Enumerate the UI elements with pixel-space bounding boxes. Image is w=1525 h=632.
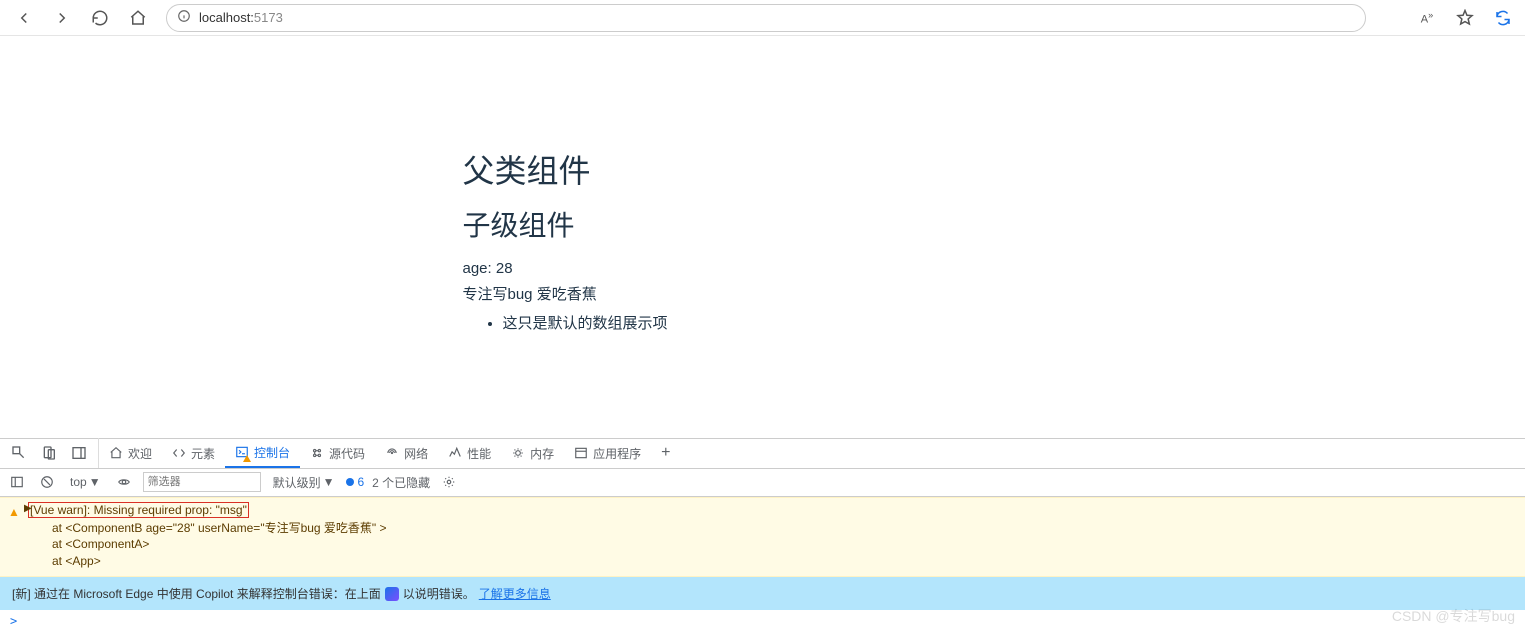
- browser-toolbar: localhost:5173 A»: [0, 0, 1525, 36]
- devtools-tabstrip: 欢迎 元素 控制台 源代码 网络 性能 内存 应用程序 +: [0, 439, 1525, 469]
- url-host: localhost:: [199, 10, 254, 25]
- learn-more-link[interactable]: 了解更多信息: [479, 585, 551, 602]
- warning-message: [Vue warn]: Missing required prop: "msg": [28, 502, 249, 518]
- list-item: 这只是默认的数组展示项: [503, 312, 1063, 333]
- stack-line-2: at <ComponentA>: [28, 536, 1517, 553]
- desc-text: 专注写bug 爱吃香蕉: [463, 283, 1063, 304]
- copilot-icon: [385, 587, 399, 601]
- edge-copilot-banner: [新] 通过在 Microsoft Edge 中使用 Copilot 来解释控制…: [0, 577, 1525, 610]
- back-button[interactable]: [8, 2, 40, 34]
- stack-line-1: at <ComponentB age="28" userName="专注写bug…: [28, 520, 1517, 537]
- page-content: 父类组件 子级组件 age: 28 专注写bug 爱吃香蕉 这只是默认的数组展示…: [0, 36, 1525, 416]
- devtools-panel: 欢迎 元素 控制台 源代码 网络 性能 内存 应用程序 + top▼ 默认级别▼…: [0, 438, 1525, 632]
- info-icon: [177, 9, 191, 26]
- device-icon[interactable]: [34, 438, 64, 468]
- sync-icon[interactable]: [1489, 4, 1517, 32]
- dock-icon[interactable]: [64, 438, 94, 468]
- add-tab-button[interactable]: +: [651, 444, 680, 462]
- home-button[interactable]: [122, 2, 154, 34]
- toolbar-right: A»: [1413, 4, 1517, 32]
- expand-caret-icon[interactable]: ▶: [24, 502, 32, 516]
- filter-input[interactable]: [143, 472, 261, 492]
- tab-sources[interactable]: 源代码: [300, 438, 375, 468]
- level-selector[interactable]: 默认级别▼: [269, 474, 339, 491]
- hidden-count: 2 个已隐藏: [372, 474, 430, 491]
- tab-elements[interactable]: 元素: [162, 438, 225, 468]
- child-title: 子级组件: [463, 204, 1063, 244]
- age-text: age: 28: [463, 260, 1063, 277]
- tab-performance[interactable]: 性能: [438, 438, 501, 468]
- console-toolbar: top▼ 默认级别▼ 6 2 个已隐藏: [0, 469, 1525, 497]
- parent-title: 父类组件: [463, 146, 1063, 192]
- clear-console-icon[interactable]: [36, 475, 58, 489]
- stack-line-3: at <App>: [28, 553, 1517, 570]
- tab-application[interactable]: 应用程序: [564, 438, 651, 468]
- live-expression-icon[interactable]: [113, 475, 135, 489]
- console-prompt[interactable]: >: [0, 610, 1525, 632]
- tab-welcome[interactable]: 欢迎: [99, 438, 162, 468]
- console-warning-row[interactable]: ▲ ▶ [Vue warn]: Missing required prop: "…: [0, 497, 1525, 577]
- refresh-button[interactable]: [84, 2, 116, 34]
- tab-console[interactable]: 控制台: [225, 438, 300, 468]
- forward-button[interactable]: [46, 2, 78, 34]
- issue-dot-icon: [346, 478, 354, 486]
- banner-prefix: [新] 通过在 Microsoft Edge 中使用 Copilot 来解释控制…: [12, 585, 381, 602]
- favorite-icon[interactable]: [1451, 4, 1479, 32]
- warning-indicator-icon: [243, 455, 251, 462]
- banner-mid: 以说明错误。: [403, 585, 475, 602]
- context-selector[interactable]: top▼: [66, 475, 105, 489]
- read-aloud-icon[interactable]: A»: [1413, 4, 1441, 32]
- address-bar[interactable]: localhost:5173: [166, 4, 1366, 32]
- issue-count[interactable]: 6: [346, 475, 364, 489]
- url-port: 5173: [254, 10, 283, 25]
- tab-memory[interactable]: 内存: [501, 438, 564, 468]
- warning-icon: ▲: [8, 504, 20, 521]
- settings-icon[interactable]: [438, 475, 460, 489]
- tab-network[interactable]: 网络: [375, 438, 438, 468]
- inspect-icon[interactable]: [4, 438, 34, 468]
- sidebar-toggle-icon[interactable]: [6, 475, 28, 489]
